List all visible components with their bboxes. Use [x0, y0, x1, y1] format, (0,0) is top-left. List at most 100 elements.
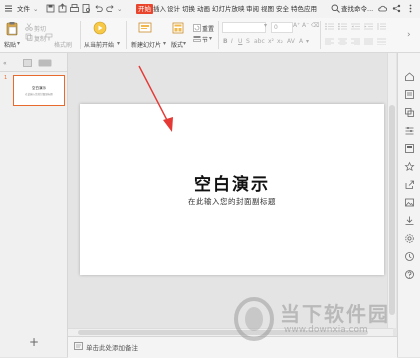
add-slide-button[interactable]: +	[29, 336, 39, 348]
ribbon-separator	[80, 21, 81, 49]
cut-button[interactable]: 剪切	[34, 24, 46, 33]
slide-subtitle[interactable]: 在此输入您的封面副标题	[80, 196, 384, 207]
vertical-scroll-thumb[interactable]	[389, 105, 395, 315]
paste-icon[interactable]	[5, 21, 19, 39]
share-icon[interactable]	[391, 3, 402, 14]
file-menu[interactable]: 文件	[17, 4, 30, 14]
section-dropdown-icon[interactable]: ▾	[209, 35, 212, 42]
menu-icon[interactable]	[3, 3, 14, 14]
shadow-icon[interactable]: S	[246, 38, 250, 45]
play-icon[interactable]	[93, 21, 107, 37]
notes-placeholder[interactable]: 单击此处添加备注	[86, 342, 138, 352]
font-name-field[interactable]	[222, 22, 266, 33]
template-icon[interactable]	[404, 143, 415, 154]
tab-review[interactable]: 审阅	[246, 4, 259, 14]
help-icon[interactable]	[404, 269, 415, 280]
section-button[interactable]: 节	[202, 35, 208, 44]
panel-collapse-icon[interactable]: «	[3, 60, 7, 67]
grow-font-icon[interactable]: A⁺	[293, 22, 300, 29]
layout-button[interactable]: 版式	[171, 40, 183, 49]
bullets-icon[interactable]	[325, 23, 334, 32]
distributed-icon[interactable]	[377, 38, 386, 47]
search-icon[interactable]	[330, 3, 341, 14]
new-slide-button[interactable]: 新建幻灯片	[131, 40, 161, 49]
thumbnail-view-icon[interactable]	[23, 59, 32, 69]
underline-icon[interactable]: U	[238, 38, 242, 45]
from-current-button[interactable]: 从当前开始	[84, 40, 114, 49]
tab-view[interactable]: 视图	[261, 4, 274, 14]
reset-icon[interactable]	[193, 24, 201, 34]
download-icon[interactable]	[404, 215, 415, 226]
numbering-icon[interactable]	[338, 23, 347, 32]
tab-animation[interactable]: 动画	[197, 4, 210, 14]
tab-transition[interactable]: 切换	[182, 4, 195, 14]
tab-features[interactable]: 特色应用	[291, 4, 317, 14]
char-spacing-icon[interactable]: AV	[287, 38, 295, 45]
slide-title[interactable]: 空白演示	[80, 170, 384, 195]
shrink-font-icon[interactable]: A⁻	[302, 22, 309, 29]
format-painter-button[interactable]: 格式刷	[54, 40, 72, 49]
print-preview-icon[interactable]	[81, 3, 92, 14]
settings-icon[interactable]	[404, 233, 415, 244]
paste-button[interactable]: 粘贴	[4, 40, 16, 49]
italic-icon[interactable]: I	[231, 38, 233, 45]
share-out-icon[interactable]	[404, 179, 415, 190]
bold-icon[interactable]: B	[223, 38, 228, 45]
justify-icon[interactable]	[364, 38, 373, 47]
align-center-icon[interactable]	[338, 38, 347, 47]
new-slide-icon[interactable]	[138, 21, 153, 37]
slide-canvas[interactable]: 空白演示 在此输入您的封面副标题	[80, 104, 384, 275]
tab-insert[interactable]: 插入	[153, 4, 166, 14]
outline-view-icon[interactable]	[38, 59, 52, 69]
decrease-indent-icon[interactable]	[351, 23, 360, 32]
home-icon[interactable]	[404, 71, 415, 82]
cloud-icon[interactable]	[377, 3, 388, 14]
ribbon-scroll-right-icon[interactable]: ›	[407, 30, 411, 40]
copy-icon[interactable]	[25, 33, 33, 43]
tab-slideshow[interactable]: 幻灯片放映	[212, 4, 245, 14]
save-icon[interactable]	[45, 3, 56, 14]
from-current-dropdown-icon[interactable]: ▾	[117, 40, 120, 47]
search-command[interactable]: 查找命令...	[341, 4, 373, 14]
increase-indent-icon[interactable]	[364, 23, 373, 32]
redo-icon[interactable]	[105, 3, 116, 14]
slide-thumbnail-1[interactable]: 空白演示 在此输入您的封面副标题	[13, 75, 65, 106]
reset-button[interactable]: 重置	[202, 24, 214, 33]
font-size-field[interactable]: 0	[271, 22, 293, 33]
layout-icon[interactable]	[172, 22, 184, 36]
font-color-dropdown-icon[interactable]: ▾	[306, 38, 309, 45]
clear-format-icon[interactable]: ⌫	[311, 22, 319, 29]
new-slide-dropdown-icon[interactable]: ▾	[163, 40, 166, 47]
tab-security[interactable]: 安全	[276, 4, 289, 14]
format-painter-icon[interactable]	[45, 33, 53, 43]
strikethrough-icon[interactable]: abc	[254, 38, 265, 45]
paste-dropdown-icon[interactable]: ▾	[17, 40, 20, 47]
line-spacing-icon[interactable]	[377, 23, 386, 32]
font-color-icon[interactable]: A	[299, 38, 303, 45]
font-name-dropdown-icon[interactable]: ▾	[264, 22, 267, 29]
adjust-icon[interactable]	[404, 125, 415, 136]
backup-icon[interactable]	[404, 251, 415, 262]
object-properties-icon[interactable]	[404, 89, 415, 100]
superscript-icon[interactable]: x²	[268, 38, 274, 45]
cut-icon[interactable]	[25, 23, 33, 33]
tab-home[interactable]: 开始	[136, 4, 153, 14]
tab-design[interactable]: 设计	[167, 4, 180, 14]
notes-icon	[74, 342, 83, 353]
ribbon-separator	[320, 21, 321, 49]
vertical-scrollbar[interactable]	[387, 53, 396, 328]
align-right-icon[interactable]	[351, 38, 360, 47]
print-icon[interactable]	[69, 3, 80, 14]
more-icon[interactable]: ⌄	[117, 4, 122, 14]
copy-style-icon[interactable]	[404, 107, 415, 118]
section-icon[interactable]	[193, 35, 201, 45]
layout-dropdown-icon[interactable]: ▾	[183, 40, 186, 47]
subscript-icon[interactable]: x₂	[277, 38, 283, 45]
chevron-down-icon[interactable]: ⌄	[33, 4, 38, 14]
undo-icon[interactable]	[93, 3, 104, 14]
star-icon[interactable]	[404, 161, 415, 172]
more-options-icon[interactable]	[405, 3, 416, 14]
export-icon[interactable]	[57, 3, 68, 14]
align-left-icon[interactable]	[325, 38, 334, 47]
image-icon[interactable]	[404, 197, 415, 208]
